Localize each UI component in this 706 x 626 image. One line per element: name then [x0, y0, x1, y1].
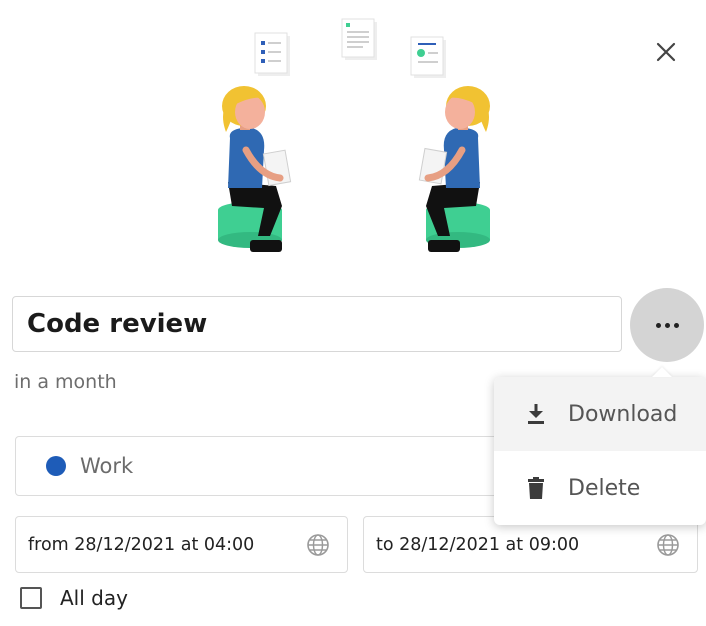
start-datetime-text: from 28/12/2021 at 04:00	[28, 534, 255, 555]
document-icon-center	[341, 18, 377, 60]
document-icon-left	[254, 32, 290, 76]
menu-item-label: Download	[568, 401, 678, 427]
menu-item-download[interactable]: Download	[494, 377, 706, 451]
start-datetime-field[interactable]: from 28/12/2021 at 04:00	[15, 516, 348, 573]
actions-popover: Download Delete	[494, 367, 706, 525]
all-day-checkbox[interactable]	[20, 587, 42, 609]
download-icon	[518, 402, 554, 426]
document-icon-right	[410, 36, 446, 78]
menu-item-label: Delete	[568, 475, 641, 501]
more-dot	[664, 322, 670, 328]
popover-arrow	[652, 367, 672, 377]
trash-icon	[518, 476, 554, 500]
person-right-figure	[418, 86, 490, 252]
globe-icon	[657, 533, 679, 556]
more-actions-button[interactable]	[630, 288, 704, 362]
close-button[interactable]	[648, 34, 684, 70]
empty-illustration	[218, 18, 490, 252]
close-icon	[656, 42, 676, 62]
person-left-figure	[218, 86, 292, 252]
calendar-picker[interactable]: Work	[15, 436, 535, 496]
relative-time: in a month	[14, 371, 117, 393]
calendar-name: Work	[80, 454, 134, 478]
event-title-input[interactable]	[12, 296, 622, 352]
globe-icon	[307, 533, 329, 556]
timezone-button-start[interactable]	[305, 532, 331, 558]
all-day-label[interactable]: All day	[60, 586, 128, 610]
calendar-color-dot	[46, 456, 66, 476]
timezone-button-end[interactable]	[655, 532, 681, 558]
menu-item-delete[interactable]: Delete	[494, 451, 706, 525]
end-datetime-text: to 28/12/2021 at 09:00	[376, 534, 580, 555]
more-horizontal-icon	[655, 322, 661, 328]
all-day-row: All day	[20, 586, 128, 610]
more-dot	[673, 322, 679, 328]
